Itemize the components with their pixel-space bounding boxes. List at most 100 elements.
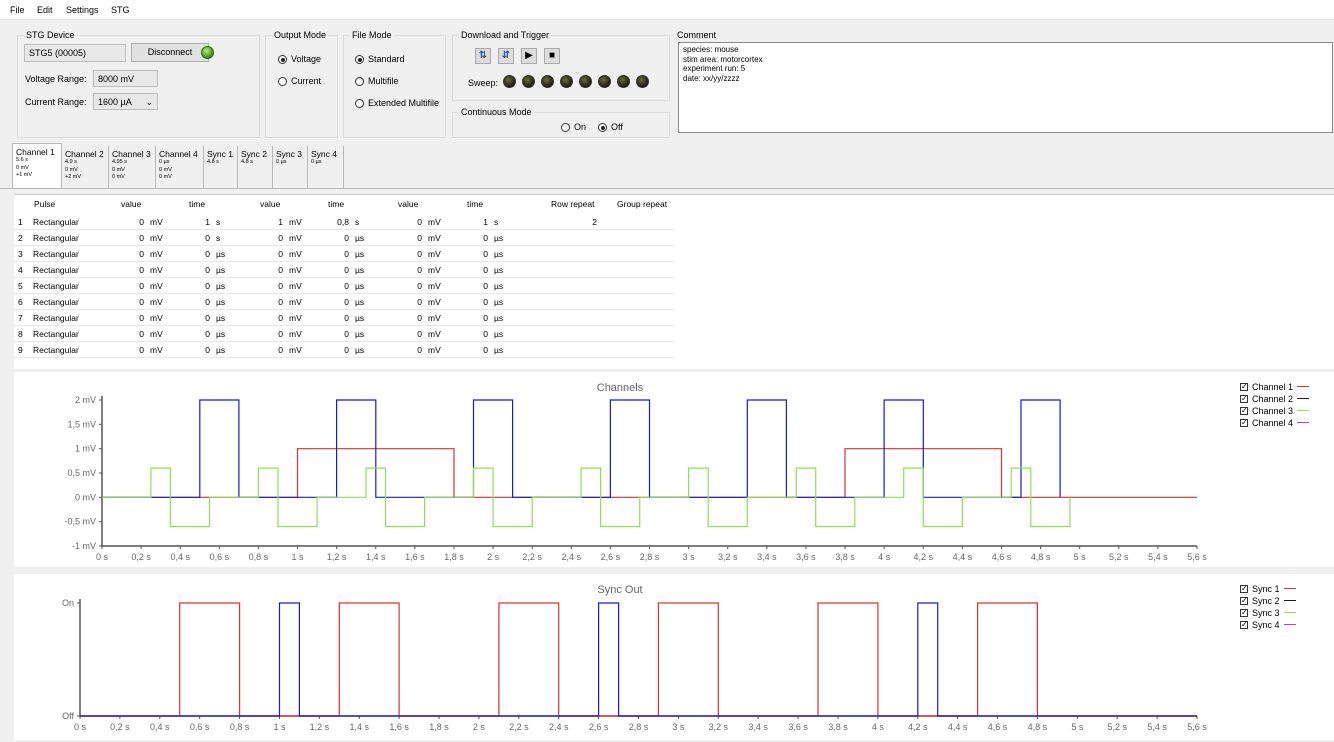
time-3[interactable]: 1 (456, 214, 488, 230)
unit-3[interactable]: mV (428, 310, 448, 326)
time-unit-2[interactable]: µs (355, 278, 375, 294)
unit-2[interactable]: mV (289, 262, 309, 278)
unit-2[interactable]: mV (289, 214, 309, 230)
row-repeat[interactable] (528, 278, 597, 294)
time-unit-1[interactable]: µs (216, 326, 236, 342)
legend-sync-2[interactable]: Sync 2 (1240, 595, 1296, 607)
unit-3[interactable]: mV (428, 326, 448, 342)
value-2[interactable]: 1 (251, 214, 283, 230)
time-unit-3[interactable]: µs (494, 278, 514, 294)
pulse-type[interactable]: Rectangular (33, 310, 113, 326)
time-1[interactable]: 1 (178, 214, 210, 230)
value-2[interactable]: 0 (251, 230, 283, 246)
legend-channel-1[interactable]: Channel 1 (1240, 381, 1310, 393)
checkbox-icon[interactable] (1240, 417, 1248, 429)
time-1[interactable]: 0 (178, 246, 210, 262)
tab-channel-3[interactable]: Channel 3 4.95 s 0 mV 0 mV (109, 146, 156, 188)
time-3[interactable]: 0 (456, 310, 488, 326)
table-row[interactable]: 9 Rectangular 0 mV 0 µs 0 mV 0 µs 0 mV 0 µs (14, 342, 674, 358)
value-1[interactable]: 0 (112, 214, 144, 230)
value-2[interactable]: 0 (251, 262, 283, 278)
value-2[interactable]: 0 (251, 310, 283, 326)
time-2[interactable]: 0 (317, 326, 349, 342)
value-1[interactable]: 0 (112, 342, 144, 358)
time-unit-3[interactable]: µs (494, 326, 514, 342)
checkbox-icon[interactable] (1240, 381, 1248, 393)
value-3[interactable]: 0 (390, 214, 422, 230)
value-2[interactable]: 0 (251, 326, 283, 342)
unit-1[interactable]: mV (150, 294, 170, 310)
unit-2[interactable]: mV (289, 294, 309, 310)
unit-2[interactable]: mV (289, 310, 309, 326)
voltage-range-field[interactable]: 8000 mV (93, 70, 158, 87)
menu-settings[interactable]: Settings (66, 5, 99, 15)
unit-3[interactable]: mV (428, 342, 448, 358)
table-row[interactable]: 3 Rectangular 0 mV 0 µs 0 mV 0 µs 0 mV 0 µs (14, 246, 674, 262)
pulse-type[interactable]: Rectangular (33, 214, 113, 230)
radio-multifile[interactable]: Multifile (355, 75, 399, 87)
tab-channel-1[interactable]: Channel 1 5.6 s 0 mV +1 mV (12, 143, 62, 188)
tab-sync-4[interactable]: Sync 4 0 µs (308, 146, 344, 188)
unit-1[interactable]: mV (150, 262, 170, 278)
time-3[interactable]: 0 (456, 246, 488, 262)
checkbox-icon[interactable] (1240, 607, 1248, 619)
table-row[interactable]: 7 Rectangular 0 mV 0 µs 0 mV 0 µs 0 mV 0 µs (14, 310, 674, 326)
unit-1[interactable]: mV (150, 214, 170, 230)
comment-textarea[interactable]: species: mouse stim area: motorcortex ex… (678, 42, 1333, 133)
row-repeat[interactable] (528, 294, 597, 310)
current-range-select[interactable]: 1600 µA ⌄ (93, 93, 158, 110)
unit-2[interactable]: mV (289, 278, 309, 294)
value-2[interactable]: 0 (251, 278, 283, 294)
unit-1[interactable]: mV (150, 326, 170, 342)
unit-2[interactable]: mV (289, 246, 309, 262)
time-2[interactable]: 0 (317, 310, 349, 326)
value-1[interactable]: 0 (112, 230, 144, 246)
unit-1[interactable]: mV (150, 278, 170, 294)
value-2[interactable]: 0 (251, 342, 283, 358)
pulse-type[interactable]: Rectangular (33, 342, 113, 358)
time-2[interactable]: 0 (317, 342, 349, 358)
tab-sync-2[interactable]: Sync 2 4.8 s (238, 146, 273, 188)
time-unit-3[interactable]: µs (494, 310, 514, 326)
time-3[interactable]: 0 (456, 326, 488, 342)
pulse-type[interactable]: Rectangular (33, 246, 113, 262)
value-3[interactable]: 0 (390, 342, 422, 358)
play-icon[interactable]: ▶ (521, 48, 537, 64)
time-2[interactable]: 0 (317, 278, 349, 294)
unit-1[interactable]: mV (150, 310, 170, 326)
time-unit-2[interactable]: µs (355, 294, 375, 310)
row-repeat[interactable] (528, 342, 597, 358)
checkbox-icon[interactable] (1240, 405, 1248, 417)
unit-3[interactable]: mV (428, 246, 448, 262)
time-unit-2[interactable]: µs (355, 246, 375, 262)
legend-channel-4[interactable]: Channel 4 (1240, 417, 1310, 429)
radio-continuous-on[interactable]: On (561, 121, 586, 133)
value-1[interactable]: 0 (112, 294, 144, 310)
time-3[interactable]: 0 (456, 342, 488, 358)
value-3[interactable]: 0 (390, 246, 422, 262)
checkbox-icon[interactable] (1240, 393, 1248, 405)
unit-3[interactable]: mV (428, 294, 448, 310)
radio-standard[interactable]: Standard (355, 53, 405, 65)
time-2[interactable]: 0 (317, 230, 349, 246)
table-row[interactable]: 5 Rectangular 0 mV 0 µs 0 mV 0 µs 0 mV 0 µs (14, 278, 674, 294)
radio-extended-multifile[interactable]: Extended Multifile (355, 97, 439, 109)
unit-3[interactable]: mV (428, 214, 448, 230)
time-1[interactable]: 0 (178, 230, 210, 246)
checkbox-icon[interactable] (1240, 619, 1248, 631)
table-row[interactable]: 6 Rectangular 0 mV 0 µs 0 mV 0 µs 0 mV 0 µs (14, 294, 674, 310)
time-unit-2[interactable]: µs (355, 262, 375, 278)
radio-continuous-off[interactable]: Off (598, 121, 623, 133)
value-1[interactable]: 0 (112, 278, 144, 294)
time-unit-3[interactable]: µs (494, 262, 514, 278)
time-3[interactable]: 0 (456, 278, 488, 294)
unit-1[interactable]: mV (150, 342, 170, 358)
value-2[interactable]: 0 (251, 294, 283, 310)
row-repeat[interactable] (528, 262, 597, 278)
legend-sync-3[interactable]: Sync 3 (1240, 607, 1296, 619)
radio-voltage[interactable]: Voltage (278, 53, 321, 65)
table-row[interactable]: 4 Rectangular 0 mV 0 µs 0 mV 0 µs 0 mV 0 µs (14, 262, 674, 278)
time-unit-1[interactable]: µs (216, 294, 236, 310)
unit-2[interactable]: mV (289, 230, 309, 246)
time-unit-2[interactable]: µs (355, 342, 375, 358)
